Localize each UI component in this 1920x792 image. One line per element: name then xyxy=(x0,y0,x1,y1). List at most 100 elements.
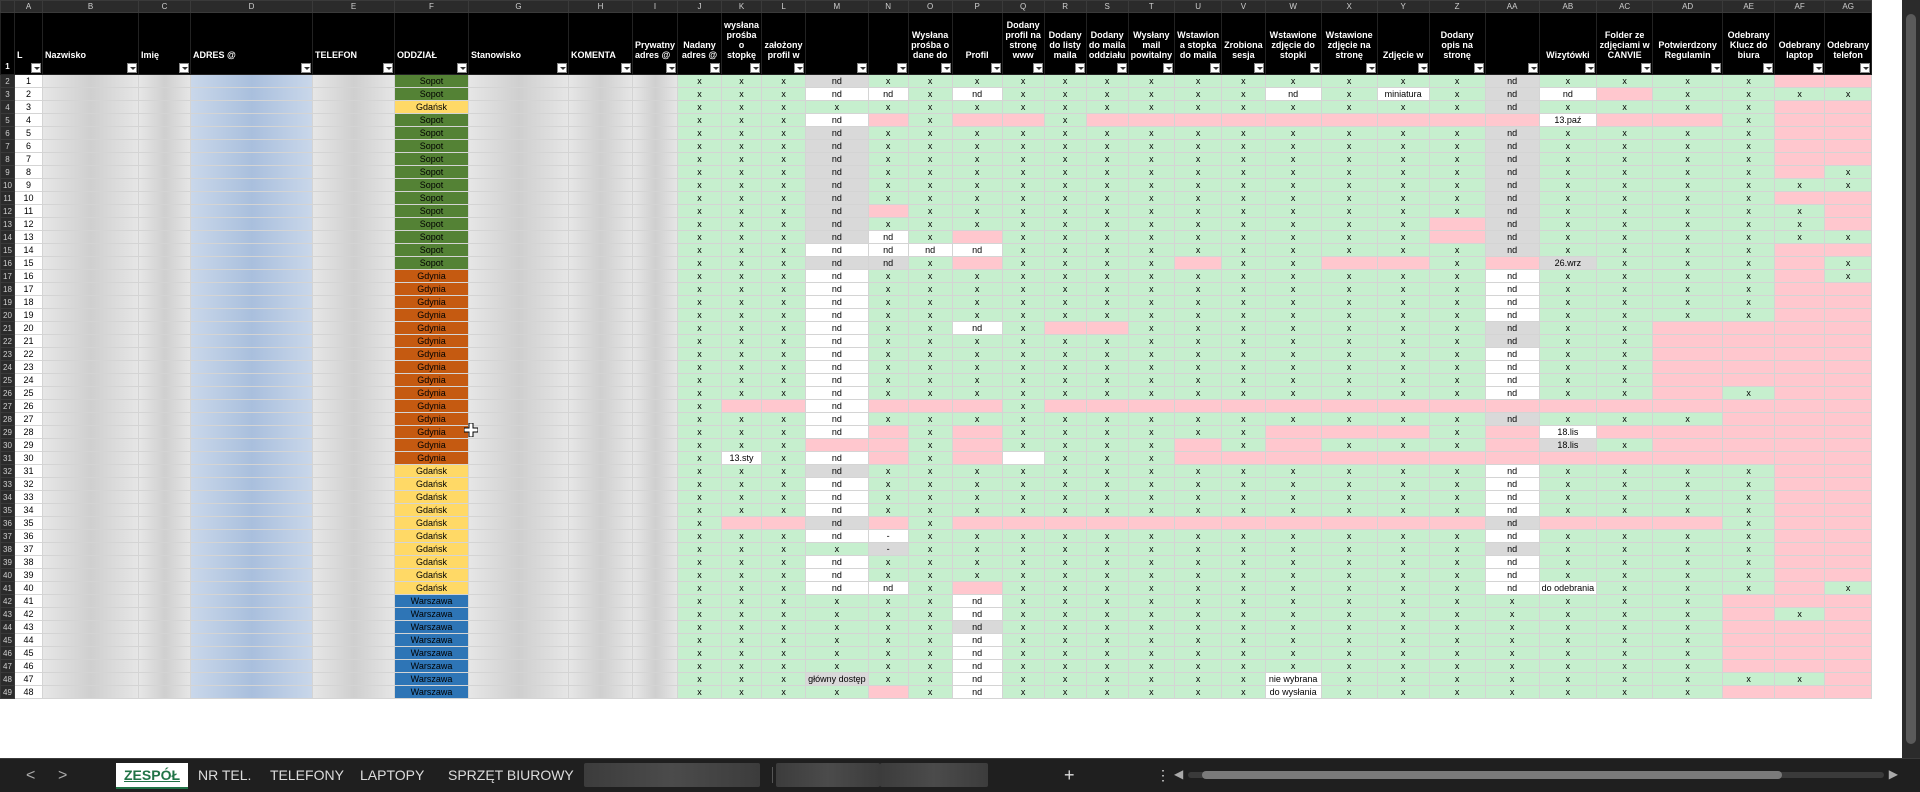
filter-dropdown-icon[interactable] xyxy=(940,63,951,73)
cell-ab[interactable]: x xyxy=(1538,555,1598,569)
cell-s[interactable]: x xyxy=(1085,542,1129,556)
cell-l[interactable]: x xyxy=(761,581,807,595)
cell-ag[interactable] xyxy=(1824,360,1873,374)
cell-redacted[interactable] xyxy=(568,633,633,647)
cell-redacted[interactable] xyxy=(568,243,633,257)
cell-redacted[interactable] xyxy=(42,282,139,296)
column-letter-n[interactable]: N xyxy=(867,0,909,13)
cell-x[interactable]: x xyxy=(1320,100,1378,114)
cell-oddzial[interactable]: Gdynia xyxy=(394,282,469,296)
cell-v[interactable]: x xyxy=(1221,178,1266,192)
cell-v[interactable] xyxy=(1221,113,1266,127)
cell-q[interactable]: x xyxy=(1001,191,1045,205)
cell-o[interactable]: nd xyxy=(907,243,953,257)
cell-redacted[interactable] xyxy=(42,204,139,218)
cell-oddzial[interactable]: Gdynia xyxy=(394,438,469,452)
row-number[interactable]: 34 xyxy=(0,490,15,504)
cell-v[interactable]: x xyxy=(1221,425,1266,439)
cell-lp[interactable]: 19 xyxy=(14,308,43,322)
cell-redacted[interactable] xyxy=(42,581,139,595)
cell-redacted[interactable] xyxy=(138,412,191,426)
cell-redacted[interactable] xyxy=(42,503,139,517)
cell-j[interactable]: x xyxy=(677,230,723,244)
cell-v[interactable]: x xyxy=(1221,321,1266,335)
cell-y[interactable]: x xyxy=(1376,659,1430,673)
cell-redacted[interactable] xyxy=(468,243,569,257)
cell-z[interactable]: x xyxy=(1428,100,1486,114)
cell-aa[interactable]: nd xyxy=(1484,568,1540,582)
cell-lp[interactable]: 21 xyxy=(14,334,43,348)
cell-y[interactable]: x xyxy=(1376,100,1430,114)
cell-ad[interactable] xyxy=(1652,438,1724,452)
cell-y[interactable]: x xyxy=(1376,269,1430,283)
cell-o[interactable]: x xyxy=(907,438,953,452)
cell-redacted[interactable] xyxy=(312,243,395,257)
filter-dropdown-icon[interactable] xyxy=(621,63,631,73)
cell-o[interactable]: x xyxy=(907,620,953,634)
cell-lp[interactable]: 30 xyxy=(14,451,43,465)
cell-oddzial[interactable]: Gdynia xyxy=(394,295,469,309)
cell-k[interactable]: x xyxy=(721,152,763,166)
cell-redacted[interactable] xyxy=(42,165,139,179)
cell-p[interactable]: x xyxy=(951,373,1003,387)
cell-redacted[interactable] xyxy=(312,269,395,283)
cell-aa[interactable] xyxy=(1484,113,1540,127)
cell-n[interactable]: x xyxy=(867,646,909,660)
cell-m[interactable]: nd xyxy=(805,581,869,595)
cell-r[interactable]: x xyxy=(1043,425,1087,439)
cell-redacted[interactable] xyxy=(631,269,679,283)
filter-dropdown-icon[interactable] xyxy=(1074,63,1085,73)
cell-redacted[interactable] xyxy=(631,334,679,348)
cell-redacted[interactable] xyxy=(138,282,191,296)
cell-ad[interactable] xyxy=(1652,334,1724,348)
cell-redacted[interactable] xyxy=(138,178,191,192)
cell-redacted[interactable] xyxy=(468,100,569,114)
cell-aa[interactable]: nd xyxy=(1484,503,1540,517)
cell-lp[interactable]: 11 xyxy=(14,204,43,218)
cell-y[interactable] xyxy=(1376,516,1430,530)
cell-p[interactable]: nd xyxy=(951,87,1003,101)
cell-v[interactable]: x xyxy=(1221,659,1266,673)
cell-j[interactable]: x xyxy=(677,295,723,309)
cell-x[interactable]: x xyxy=(1320,477,1378,491)
cell-k[interactable]: x xyxy=(721,139,763,153)
cell-n[interactable]: x xyxy=(867,178,909,192)
cell-o[interactable]: x xyxy=(907,672,953,686)
cell-s[interactable] xyxy=(1085,516,1129,530)
cell-s[interactable]: x xyxy=(1085,295,1129,309)
cell-p[interactable]: nd xyxy=(951,672,1003,686)
cell-redacted[interactable] xyxy=(631,347,679,361)
cell-redacted[interactable] xyxy=(468,139,569,153)
cell-ac[interactable]: x xyxy=(1596,607,1654,621)
cell-v[interactable]: x xyxy=(1221,373,1266,387)
row-number[interactable]: 4 xyxy=(0,100,15,114)
cell-k[interactable] xyxy=(721,516,763,530)
cell-redacted[interactable] xyxy=(631,152,679,166)
cell-x[interactable]: x xyxy=(1320,295,1378,309)
spreadsheet-grid[interactable]: A B C D E F G H I J K L M N O P Q R S T U V W X Y Z AA AB AC AD AE AF AG… xyxy=(0,0,1902,758)
cell-u[interactable] xyxy=(1174,451,1223,465)
cell-k[interactable]: x xyxy=(721,334,763,348)
cell-o[interactable]: x xyxy=(907,113,953,127)
cell-m[interactable]: nd xyxy=(805,425,869,439)
cell-u[interactable]: x xyxy=(1174,191,1223,205)
cell-o[interactable]: x xyxy=(907,490,953,504)
filter-dropdown-icon[interactable] xyxy=(1813,63,1824,73)
filter-dropdown-icon[interactable] xyxy=(666,63,677,73)
cell-ac[interactable]: x xyxy=(1596,152,1654,166)
cell-o[interactable]: x xyxy=(907,87,953,101)
cell-k[interactable]: x xyxy=(721,581,763,595)
cell-r[interactable]: x xyxy=(1043,360,1087,374)
cell-ac[interactable]: x xyxy=(1596,646,1654,660)
cell-v[interactable]: x xyxy=(1221,152,1266,166)
cell-z[interactable]: x xyxy=(1428,438,1486,452)
cell-redacted[interactable] xyxy=(468,672,569,686)
cell-ae[interactable] xyxy=(1722,373,1776,387)
cell-oddzial[interactable]: Warszawa xyxy=(394,659,469,673)
cell-oddzial[interactable]: Gdańsk xyxy=(394,490,469,504)
cell-redacted[interactable] xyxy=(138,620,191,634)
column-letter-p[interactable]: P xyxy=(951,0,1003,13)
cell-oddzial[interactable]: Sopot xyxy=(394,165,469,179)
cell-n[interactable]: x xyxy=(867,165,909,179)
cell-y[interactable]: x xyxy=(1376,360,1430,374)
